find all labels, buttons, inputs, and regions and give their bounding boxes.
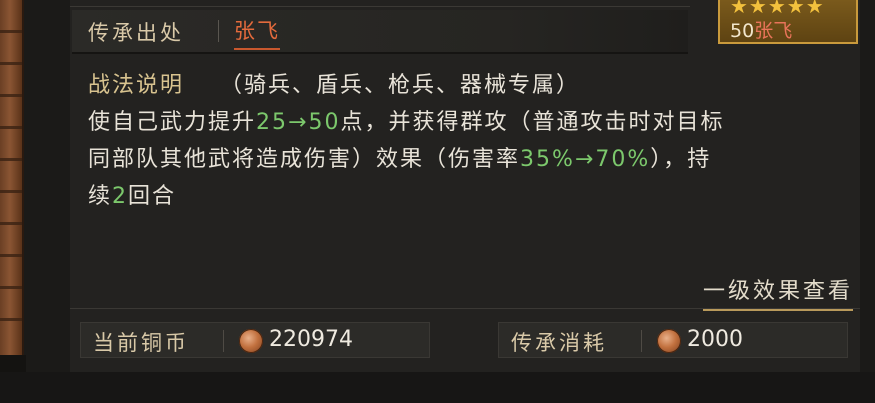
current-coins-label: 当前铜币: [93, 331, 189, 355]
hero-name: 张飞: [754, 20, 793, 42]
level1-effect-link[interactable]: 一级效果查看: [702, 273, 853, 311]
description-text: 续: [88, 184, 113, 209]
description-line-2: 使自己武力提升25→50点，并获得群攻（普通攻击时对目标: [88, 104, 848, 141]
tactic-description: 战法说明 （骑兵、盾兵、枪兵、器械专属） 使自己武力提升25→50点，并获得群攻（…: [88, 67, 848, 215]
copper-coin-icon: [239, 329, 263, 353]
inheritance-origin-row: 传承出处 张飞: [72, 10, 688, 54]
origin-label: 传承出处: [88, 21, 184, 45]
current-coins-value: 220974: [269, 327, 353, 352]
hero-card-label: 50张飞: [730, 16, 792, 43]
description-text: 同部队其他武将造成伤害）效果（伤害率: [88, 147, 521, 172]
inheritance-cost-box: 传承消耗 2000: [498, 322, 848, 358]
damage-rate-value: 35%→70%: [520, 147, 651, 172]
hero-cost: 50: [730, 20, 755, 42]
description-text: 使自己武力提升: [88, 110, 257, 135]
current-coins-box: 当前铜币 220974: [80, 322, 430, 358]
description-line-3: 同部队其他武将造成伤害）效果（伤害率35%→70%），持: [88, 141, 848, 178]
bottom-bar: [0, 372, 875, 403]
copper-coin-icon: [657, 329, 681, 353]
origin-hero-link[interactable]: 张飞: [234, 15, 280, 50]
description-text: 点，并获得群攻（普通攻击时对目标: [340, 110, 725, 135]
top-divider: [70, 6, 690, 7]
inheritance-cost-value: 2000: [687, 327, 743, 352]
description-text: ），持: [650, 147, 712, 172]
duration-value: 2: [112, 184, 129, 209]
origin-separator: [218, 20, 219, 42]
stat-increase-value: 25→50: [256, 110, 341, 135]
description-line-4: 续2回合: [88, 178, 848, 215]
troop-types: （骑兵、盾兵、枪兵、器械专属）: [220, 73, 581, 98]
inheritance-cost-label: 传承消耗: [511, 331, 607, 355]
hero-card[interactable]: ★★★★★ 50张飞: [718, 0, 858, 44]
description-text: 回合: [128, 184, 177, 209]
description-title: 战法说明: [88, 73, 185, 98]
bottom-divider: [70, 308, 860, 309]
wood-frame-left: [0, 0, 24, 355]
description-line-1: 战法说明 （骑兵、盾兵、枪兵、器械专属）: [88, 67, 848, 104]
